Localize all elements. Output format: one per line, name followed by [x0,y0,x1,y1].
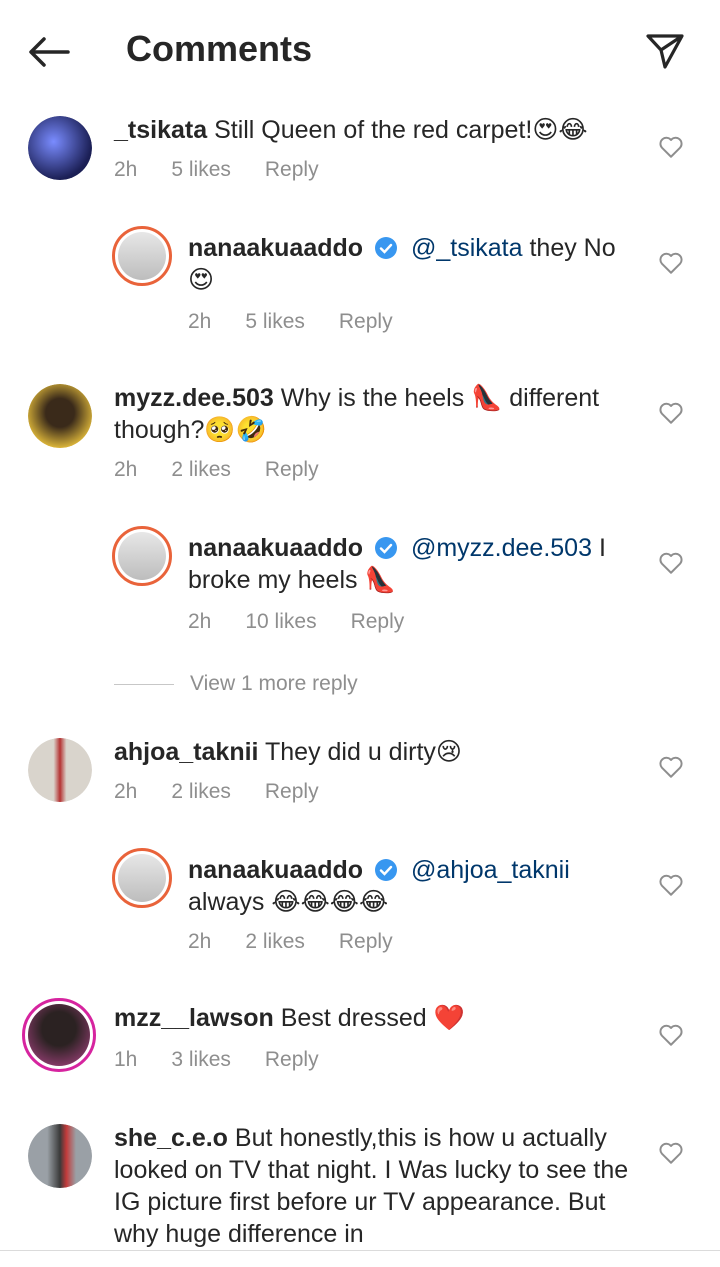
comment-time: 2h [114,458,138,481]
bottom-edge [0,1250,720,1267]
avatar[interactable] [112,226,172,286]
comment-meta: 2h 5 likes Reply [114,158,319,182]
comment-likes[interactable]: 2 likes [245,930,305,954]
comment-text: myzz.dee.503 Why is the heels 👠 differen… [114,382,644,446]
comment-username[interactable]: nanaakuaaddo [188,534,363,562]
comment-likes[interactable]: 5 likes [245,310,305,334]
back-button[interactable] [22,28,76,76]
comment-meta: 2h 2 likes Reply [188,930,393,954]
comment-body: Still Queen of the red carpet! [214,116,533,144]
comment-username[interactable]: nanaakuaaddo [188,234,363,262]
comment-meta: 2h 5 likes Reply [188,310,393,334]
view-more-replies[interactable]: View 1 more reply [114,672,358,696]
comment-body: Best dressed [280,1004,427,1032]
comment-text: ahjoa_taknii They did u dirty😢 [114,736,634,768]
page-title: Comments [126,28,313,69]
avatar[interactable] [28,384,92,448]
send-paper-plane-icon [646,34,684,69]
comment-body: they No [529,234,616,262]
comment-username[interactable]: _tsikata [114,116,207,144]
verified-badge-icon [375,237,398,259]
comment-time: 2h [114,780,138,803]
comment-meta: 1h 3 likes Reply [114,1048,319,1072]
reply-button[interactable]: Reply [351,610,405,634]
comment-emoji: 👠 [364,565,396,594]
reply-button[interactable]: Reply [339,930,393,954]
comment-meta: 2h 2 likes Reply [114,458,319,482]
avatar[interactable] [22,998,96,1072]
avatar[interactable] [112,848,172,908]
comment-username[interactable]: mzz__lawson [114,1004,274,1032]
reply-button[interactable]: Reply [265,1048,319,1072]
comment-likes[interactable]: 3 likes [171,1048,231,1072]
avatar[interactable] [28,116,92,180]
comment-time: 2h [114,158,138,181]
comment-body: Why is the heels [280,384,465,412]
comment-likes[interactable]: 2 likes [171,780,231,804]
comment-username[interactable]: she_c.e.o [114,1124,228,1152]
comment-emoji: 😍 [188,265,215,294]
avatar[interactable] [112,526,172,586]
reply-button[interactable]: Reply [265,780,319,804]
comment-meta: 2h 10 likes Reply [188,610,404,634]
comment-username[interactable]: ahjoa_taknii [114,738,259,766]
comment-text: mzz__lawson Best dressed ❤️ [114,1002,634,1034]
comment-body: They did u dirty [265,738,436,766]
comment-likes[interactable]: 2 likes [171,458,231,482]
comment-emoji: 🥺🤣 [204,415,267,444]
heart-outline-icon[interactable] [658,1022,684,1048]
heart-outline-icon[interactable] [658,754,684,780]
comment-meta: 2h 2 likes Reply [114,780,319,804]
comment-likes[interactable]: 10 likes [245,610,316,634]
comment-emoji: 😂😂😂😂 [271,887,389,916]
avatar[interactable] [28,738,92,802]
heart-outline-icon[interactable] [658,250,684,276]
heart-outline-icon[interactable] [658,550,684,576]
heart-outline-icon[interactable] [658,1140,684,1166]
comment-likes[interactable]: 5 likes [171,158,231,182]
comment-time: 2h [188,930,212,953]
heart-outline-icon[interactable] [658,134,684,160]
comment-text: _tsikata Still Queen of the red carpet!😍… [114,114,634,146]
comment-emoji: ❤️ [433,1003,465,1032]
comment-body: always [188,888,265,916]
comment-time: 1h [114,1048,138,1071]
top-bar: Comments [0,0,720,100]
verified-badge-icon [375,859,398,881]
share-button[interactable] [640,26,690,76]
heart-outline-icon[interactable] [658,400,684,426]
comment-emoji: 😍😂 [532,115,588,144]
view-more-label: View 1 more reply [190,672,358,695]
comment-username[interactable]: myzz.dee.503 [114,384,274,412]
heart-outline-icon[interactable] [658,872,684,898]
mention-link[interactable]: @myzz.dee.503 [411,534,592,562]
avatar[interactable] [28,1124,92,1188]
arrow-left-icon [29,37,70,67]
comment-time: 2h [188,310,212,333]
comment-text: nanaakuaaddo @_tsikata they No 😍 [188,232,638,296]
reply-button[interactable]: Reply [265,458,319,482]
comment-emoji: 👠 [471,383,503,412]
mention-link[interactable]: @_tsikata [411,234,523,262]
verified-badge-icon [375,537,398,559]
comment-username[interactable]: nanaakuaaddo [188,856,363,884]
mention-link[interactable]: @ahjoa_taknii [411,856,570,884]
divider [114,683,174,685]
comment-emoji: 😢 [435,737,462,766]
comment-time: 2h [188,610,212,633]
comment-text: she_c.e.o But honestly,this is how u act… [114,1122,640,1250]
comment-text: nanaakuaaddo @ahjoa_taknii always 😂😂😂😂 [188,854,638,918]
reply-button[interactable]: Reply [339,310,393,334]
comment-text: nanaakuaaddo @myzz.dee.503 I broke my he… [188,532,638,596]
reply-button[interactable]: Reply [265,158,319,182]
